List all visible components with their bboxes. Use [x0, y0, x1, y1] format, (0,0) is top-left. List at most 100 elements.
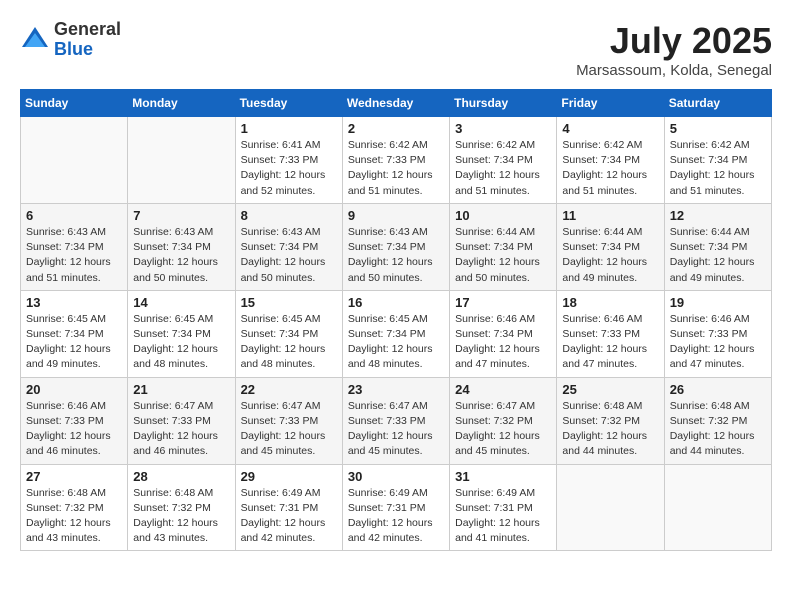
- calendar-cell: 8 Sunrise: 6:43 AM Sunset: 7:34 PM Daylig…: [235, 203, 342, 290]
- logo-general: General: [54, 20, 121, 40]
- calendar-cell: 31Sunrise: 6:49 AM Sunset: 7:31 PM Dayli…: [450, 464, 557, 551]
- day-number: 16: [348, 295, 444, 310]
- day-info: Sunrise: 6:49 AM Sunset: 7:31 PM Dayligh…: [348, 486, 444, 547]
- day-number: 27: [26, 469, 122, 484]
- logo: General Blue: [20, 20, 121, 60]
- day-info: Sunrise: 6:45 AM Sunset: 7:34 PM Dayligh…: [133, 312, 229, 373]
- calendar-cell: 9 Sunrise: 6:43 AM Sunset: 7:34 PM Daylig…: [342, 203, 449, 290]
- day-info: Sunrise: 6:47 AM Sunset: 7:33 PM Dayligh…: [241, 399, 337, 460]
- day-info: Sunrise: 6:42 AM Sunset: 7:34 PM Dayligh…: [455, 138, 551, 199]
- day-number: 10: [455, 208, 551, 223]
- day-number: 4: [562, 121, 658, 136]
- day-number: 29: [241, 469, 337, 484]
- calendar-cell: 15 Sunrise: 6:45 AM Sunset: 7:34 PM Dayli…: [235, 290, 342, 377]
- day-number: 25: [562, 382, 658, 397]
- calendar-cell: 30 Sunrise: 6:49 AM Sunset: 7:31 PM Dayli…: [342, 464, 449, 551]
- day-info: Sunrise: 6:48 AM Sunset: 7:32 PM Dayligh…: [670, 399, 766, 460]
- calendar-cell: 20 Sunrise: 6:46 AM Sunset: 7:33 PM Dayli…: [21, 377, 128, 464]
- day-info: Sunrise: 6:44 AM Sunset: 7:34 PM Dayligh…: [455, 225, 551, 286]
- weekday-header-monday: Monday: [128, 90, 235, 117]
- day-info: Sunrise: 6:42 AM Sunset: 7:34 PM Dayligh…: [670, 138, 766, 199]
- day-number: 19: [670, 295, 766, 310]
- calendar-cell: 3Sunrise: 6:42 AM Sunset: 7:34 PM Daylig…: [450, 117, 557, 204]
- day-number: 18: [562, 295, 658, 310]
- day-info: Sunrise: 6:46 AM Sunset: 7:33 PM Dayligh…: [26, 399, 122, 460]
- title-block: July 2025 Marsassoum, Kolda, Senegal: [576, 20, 772, 79]
- day-number: 14: [133, 295, 229, 310]
- day-number: 7: [133, 208, 229, 223]
- day-number: 26: [670, 382, 766, 397]
- day-info: Sunrise: 6:43 AM Sunset: 7:34 PM Dayligh…: [348, 225, 444, 286]
- location-subtitle: Marsassoum, Kolda, Senegal: [576, 62, 772, 79]
- calendar-cell: 2 Sunrise: 6:42 AM Sunset: 7:33 PM Daylig…: [342, 117, 449, 204]
- day-info: Sunrise: 6:45 AM Sunset: 7:34 PM Dayligh…: [241, 312, 337, 373]
- calendar-week-1: 1 Sunrise: 6:41 AM Sunset: 7:33 PM Daylig…: [21, 117, 772, 204]
- calendar-week-5: 27 Sunrise: 6:48 AM Sunset: 7:32 PM Dayli…: [21, 464, 772, 551]
- calendar-week-4: 20 Sunrise: 6:46 AM Sunset: 7:33 PM Dayli…: [21, 377, 772, 464]
- day-info: Sunrise: 6:45 AM Sunset: 7:34 PM Dayligh…: [348, 312, 444, 373]
- calendar-cell: 6 Sunrise: 6:43 AM Sunset: 7:34 PM Daylig…: [21, 203, 128, 290]
- day-number: 6: [26, 208, 122, 223]
- weekday-row: SundayMondayTuesdayWednesdayThursdayFrid…: [21, 90, 772, 117]
- logo-icon: [20, 25, 50, 55]
- calendar-cell: 21 Sunrise: 6:47 AM Sunset: 7:33 PM Dayli…: [128, 377, 235, 464]
- day-number: 31: [455, 469, 551, 484]
- day-number: 1: [241, 121, 337, 136]
- day-info: Sunrise: 6:43 AM Sunset: 7:34 PM Dayligh…: [133, 225, 229, 286]
- day-number: 2: [348, 121, 444, 136]
- day-number: 11: [562, 208, 658, 223]
- day-info: Sunrise: 6:42 AM Sunset: 7:33 PM Dayligh…: [348, 138, 444, 199]
- weekday-header-sunday: Sunday: [21, 90, 128, 117]
- day-info: Sunrise: 6:41 AM Sunset: 7:33 PM Dayligh…: [241, 138, 337, 199]
- weekday-header-wednesday: Wednesday: [342, 90, 449, 117]
- calendar-cell: 13Sunrise: 6:45 AM Sunset: 7:34 PM Dayli…: [21, 290, 128, 377]
- day-info: Sunrise: 6:43 AM Sunset: 7:34 PM Dayligh…: [241, 225, 337, 286]
- day-info: Sunrise: 6:44 AM Sunset: 7:34 PM Dayligh…: [670, 225, 766, 286]
- calendar-cell: 4Sunrise: 6:42 AM Sunset: 7:34 PM Daylig…: [557, 117, 664, 204]
- calendar-header: SundayMondayTuesdayWednesdayThursdayFrid…: [21, 90, 772, 117]
- calendar-cell: [557, 464, 664, 551]
- day-info: Sunrise: 6:46 AM Sunset: 7:33 PM Dayligh…: [562, 312, 658, 373]
- weekday-header-friday: Friday: [557, 90, 664, 117]
- calendar-cell: 7 Sunrise: 6:43 AM Sunset: 7:34 PM Daylig…: [128, 203, 235, 290]
- day-info: Sunrise: 6:45 AM Sunset: 7:34 PM Dayligh…: [26, 312, 122, 373]
- calendar-cell: 23Sunrise: 6:47 AM Sunset: 7:33 PM Dayli…: [342, 377, 449, 464]
- calendar-cell: 19 Sunrise: 6:46 AM Sunset: 7:33 PM Dayli…: [664, 290, 771, 377]
- day-info: Sunrise: 6:48 AM Sunset: 7:32 PM Dayligh…: [26, 486, 122, 547]
- calendar-cell: 5Sunrise: 6:42 AM Sunset: 7:34 PM Daylig…: [664, 117, 771, 204]
- calendar-week-2: 6 Sunrise: 6:43 AM Sunset: 7:34 PM Daylig…: [21, 203, 772, 290]
- day-info: Sunrise: 6:47 AM Sunset: 7:33 PM Dayligh…: [133, 399, 229, 460]
- calendar-cell: 26 Sunrise: 6:48 AM Sunset: 7:32 PM Dayli…: [664, 377, 771, 464]
- calendar-table: SundayMondayTuesdayWednesdayThursdayFrid…: [20, 89, 772, 551]
- calendar-cell: 10 Sunrise: 6:44 AM Sunset: 7:34 PM Dayli…: [450, 203, 557, 290]
- calendar-body: 1 Sunrise: 6:41 AM Sunset: 7:33 PM Daylig…: [21, 117, 772, 551]
- calendar-cell: 28Sunrise: 6:48 AM Sunset: 7:32 PM Dayli…: [128, 464, 235, 551]
- calendar-cell: 27 Sunrise: 6:48 AM Sunset: 7:32 PM Dayli…: [21, 464, 128, 551]
- weekday-header-saturday: Saturday: [664, 90, 771, 117]
- calendar-cell: [664, 464, 771, 551]
- calendar-cell: 14 Sunrise: 6:45 AM Sunset: 7:34 PM Dayli…: [128, 290, 235, 377]
- calendar-cell: 17Sunrise: 6:46 AM Sunset: 7:34 PM Dayli…: [450, 290, 557, 377]
- calendar-cell: 1 Sunrise: 6:41 AM Sunset: 7:33 PM Daylig…: [235, 117, 342, 204]
- day-info: Sunrise: 6:47 AM Sunset: 7:32 PM Dayligh…: [455, 399, 551, 460]
- calendar-cell: 24 Sunrise: 6:47 AM Sunset: 7:32 PM Dayli…: [450, 377, 557, 464]
- month-year-title: July 2025: [576, 20, 772, 62]
- calendar-cell: 25Sunrise: 6:48 AM Sunset: 7:32 PM Dayli…: [557, 377, 664, 464]
- day-number: 23: [348, 382, 444, 397]
- day-info: Sunrise: 6:49 AM Sunset: 7:31 PM Dayligh…: [241, 486, 337, 547]
- weekday-header-thursday: Thursday: [450, 90, 557, 117]
- day-number: 8: [241, 208, 337, 223]
- day-info: Sunrise: 6:43 AM Sunset: 7:34 PM Dayligh…: [26, 225, 122, 286]
- day-number: 30: [348, 469, 444, 484]
- day-number: 24: [455, 382, 551, 397]
- day-number: 20: [26, 382, 122, 397]
- day-number: 15: [241, 295, 337, 310]
- day-info: Sunrise: 6:46 AM Sunset: 7:33 PM Dayligh…: [670, 312, 766, 373]
- calendar-cell: 22Sunrise: 6:47 AM Sunset: 7:33 PM Dayli…: [235, 377, 342, 464]
- day-number: 21: [133, 382, 229, 397]
- logo-blue: Blue: [54, 40, 121, 60]
- day-number: 9: [348, 208, 444, 223]
- calendar-cell: 16 Sunrise: 6:45 AM Sunset: 7:34 PM Dayli…: [342, 290, 449, 377]
- day-info: Sunrise: 6:46 AM Sunset: 7:34 PM Dayligh…: [455, 312, 551, 373]
- day-info: Sunrise: 6:48 AM Sunset: 7:32 PM Dayligh…: [133, 486, 229, 547]
